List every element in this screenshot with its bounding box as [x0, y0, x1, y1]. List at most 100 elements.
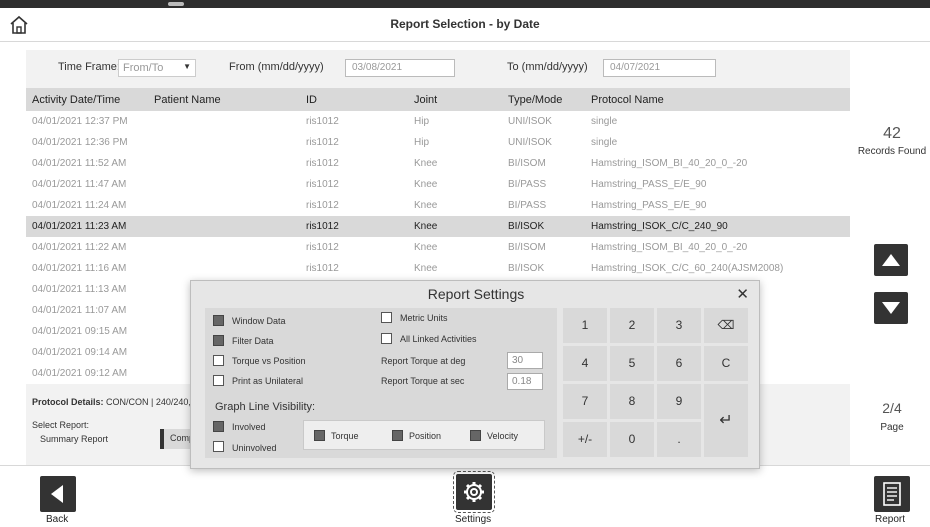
table-cell: single — [591, 137, 618, 148]
table-cell: Hip — [414, 137, 430, 148]
table-cell: 04/01/2021 11:47 AM — [32, 179, 127, 190]
table-row[interactable]: 04/01/2021 11:16 AM ris1012 Knee BI/ISOK Ham… — [26, 258, 850, 279]
table-cell: ris1012 — [306, 137, 339, 148]
table-cell: Hamstring_PASS_E/E_90 — [591, 200, 707, 211]
key-2[interactable]: 2 — [610, 308, 654, 343]
table-row[interactable]: 04/01/2021 12:37 PM ris1012 Hip UNI/ISOK sin… — [26, 111, 850, 132]
back-button[interactable] — [40, 476, 76, 512]
key-4[interactable]: 4 — [563, 346, 607, 381]
involved-checkbox[interactable] — [213, 421, 224, 432]
key-7[interactable]: 7 — [563, 384, 607, 419]
summary-report-option[interactable]: Summary Report — [40, 434, 108, 444]
from-date-input[interactable]: 03/08/2021 — [345, 59, 455, 77]
report-label: Report — [875, 514, 906, 525]
key-plus-minus[interactable]: +/- — [563, 422, 607, 457]
torque-vs-position-checkbox[interactable] — [213, 355, 224, 366]
filter-data-checkbox[interactable] — [213, 335, 224, 346]
to-label: To (mm/dd/yyyy) — [507, 61, 588, 73]
table-cell: Hamstring_ISOK_C/C_240_90 — [591, 221, 728, 232]
drag-handle[interactable] — [168, 2, 184, 6]
table-row[interactable]: 04/01/2021 11:22 AM ris1012 Knee BI/ISOM Ham… — [26, 237, 850, 258]
metric-units-checkbox[interactable] — [381, 312, 392, 323]
table-cell: Knee — [414, 242, 438, 253]
col-id[interactable]: ID — [306, 94, 317, 106]
torque-checkbox[interactable] — [314, 430, 325, 441]
involved-label: Involved — [232, 422, 266, 432]
window-data-label: Window Data — [232, 316, 286, 326]
col-protocol-name[interactable]: Protocol Name — [591, 94, 664, 106]
report-settings-dialog: Report Settings ✕ Window Data Filter Dat… — [190, 280, 760, 469]
table-cell: single — [591, 116, 618, 127]
report-torque-deg-input[interactable]: 30 — [507, 352, 543, 369]
col-type-mode[interactable]: Type/Mode — [508, 94, 562, 106]
table-cell: 04/01/2021 09:15 AM — [32, 326, 128, 337]
key-5[interactable]: 5 — [610, 346, 654, 381]
table-cell: BI/ISOK — [508, 263, 545, 274]
col-patient-name[interactable]: Patient Name — [154, 94, 221, 106]
table-row[interactable]: 04/01/2021 11:23 AM ris1012 Knee BI/ISOK Ham… — [26, 216, 850, 237]
all-linked-activities-label: All Linked Activities — [400, 334, 477, 344]
key-6[interactable]: 6 — [657, 346, 701, 381]
filter-row: Time Frame: From/To ▼ From (mm/dd/yyyy) … — [26, 50, 850, 88]
select-report-label: Select Report: — [32, 420, 90, 430]
key-1[interactable]: 1 — [563, 308, 607, 343]
table-header: Activity Date/Time Patient Name ID Joint… — [26, 88, 850, 111]
key-3[interactable]: 3 — [657, 308, 701, 343]
window-data-checkbox[interactable] — [213, 315, 224, 326]
bottom-toolbar: Back Settings Report — [0, 465, 930, 527]
enter-icon[interactable]: ↵ — [704, 384, 748, 457]
table-cell: ris1012 — [306, 263, 339, 274]
key-9[interactable]: 9 — [657, 384, 701, 419]
table-cell: 04/01/2021 09:14 AM — [32, 347, 128, 358]
table-cell: Hamstring_ISOM_BI_40_20_0_-20 — [591, 242, 748, 253]
uninvolved-checkbox[interactable] — [213, 441, 224, 452]
page-label: Page — [880, 422, 904, 433]
table-cell: Knee — [414, 200, 438, 211]
scroll-up-button[interactable] — [874, 244, 908, 276]
metric-units-label: Metric Units — [400, 313, 448, 323]
table-row[interactable]: 04/01/2021 11:47 AM ris1012 Knee BI/PASS Ham… — [26, 174, 850, 195]
document-icon — [883, 482, 901, 506]
table-cell: UNI/ISOK — [508, 116, 552, 127]
print-unilateral-label: Print as Unilateral — [232, 376, 304, 386]
key-decimal[interactable]: . — [657, 422, 701, 457]
table-cell: ris1012 — [306, 116, 339, 127]
torque-label: Torque — [331, 431, 359, 441]
key-clear[interactable]: C — [704, 346, 748, 381]
time-frame-label: Time Frame: — [58, 61, 120, 73]
time-frame-select[interactable]: From/To ▼ — [118, 59, 196, 77]
table-row[interactable]: 04/01/2021 11:52 AM ris1012 Knee BI/ISOM Ham… — [26, 153, 850, 174]
back-label: Back — [46, 514, 69, 525]
settings-button[interactable] — [453, 471, 495, 513]
uninvolved-label: Uninvolved — [232, 443, 277, 453]
to-date-input[interactable]: 04/07/2021 — [603, 59, 716, 77]
key-8[interactable]: 8 — [610, 384, 654, 419]
table-cell: ris1012 — [306, 158, 339, 169]
table-cell: 04/01/2021 12:37 PM — [32, 116, 128, 127]
report-torque-sec-input[interactable]: 0.18 — [507, 373, 543, 390]
scroll-down-button[interactable] — [874, 292, 908, 324]
table-cell: BI/ISOM — [508, 158, 546, 169]
table-cell: 04/01/2021 09:12 AM — [32, 368, 128, 379]
backspace-icon[interactable]: ⌫ — [704, 308, 748, 343]
table-cell: BI/ISOM — [508, 242, 546, 253]
protocol-details-label: Protocol Details: — [32, 397, 104, 407]
dialog-title: Report Settings — [427, 286, 525, 302]
table-cell: Knee — [414, 158, 438, 169]
table-cell: BI/PASS — [508, 200, 547, 211]
col-activity-date[interactable]: Activity Date/Time — [32, 94, 120, 106]
page-indicator: 2/4 — [882, 400, 902, 416]
key-0[interactable]: 0 — [610, 422, 654, 457]
print-unilateral-checkbox[interactable] — [213, 375, 224, 386]
col-joint[interactable]: Joint — [414, 94, 437, 106]
table-cell: ris1012 — [306, 242, 339, 253]
position-checkbox[interactable] — [392, 430, 403, 441]
table-cell: 04/01/2021 11:22 AM — [32, 242, 127, 253]
all-linked-activities-checkbox[interactable] — [381, 333, 392, 344]
report-button[interactable] — [874, 476, 910, 512]
table-row[interactable]: 04/01/2021 12:36 PM ris1012 Hip UNI/ISOK sin… — [26, 132, 850, 153]
table-row[interactable]: 04/01/2021 11:24 AM ris1012 Knee BI/PASS Ham… — [26, 195, 850, 216]
velocity-checkbox[interactable] — [470, 430, 481, 441]
chevron-down-icon: ▼ — [183, 62, 191, 71]
close-icon[interactable]: ✕ — [736, 285, 749, 303]
